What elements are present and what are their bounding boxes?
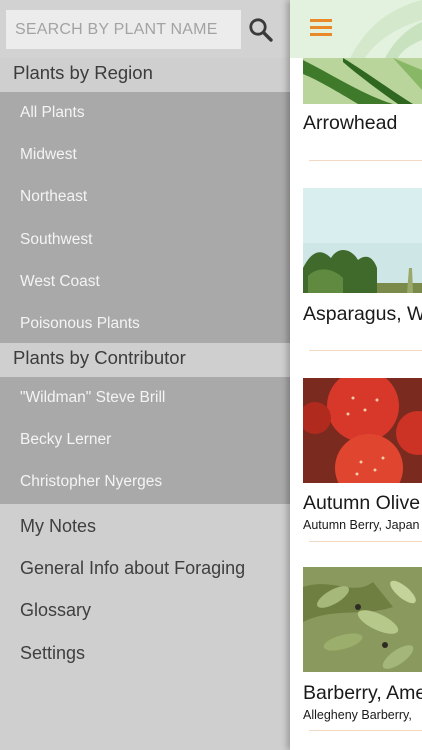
menu-item-southwest[interactable]: Southwest xyxy=(0,219,290,261)
menu-item-northeast[interactable]: Northeast xyxy=(0,176,290,218)
plant-thumbnail-asparagus xyxy=(303,188,422,293)
plant-name: Asparagus, W xyxy=(303,303,422,325)
menu-item-becky-lerner[interactable]: Becky Lerner xyxy=(0,419,290,461)
menu-item-my-notes[interactable]: My Notes xyxy=(0,505,290,547)
plant-thumbnail-autumn-olive xyxy=(303,378,422,483)
search-input[interactable] xyxy=(6,10,241,49)
card-divider xyxy=(309,541,422,542)
card-divider xyxy=(309,160,422,161)
top-bar xyxy=(290,0,422,58)
plant-common-names: Autumn Berry, Japan xyxy=(303,518,420,532)
search-icon[interactable] xyxy=(248,17,274,43)
region-list: All Plants Midwest Northeast Southwest W… xyxy=(0,92,290,343)
plant-name: Barberry, Ame xyxy=(303,682,422,704)
menu-item-steve-brill[interactable]: "Wildman" Steve Brill xyxy=(0,377,290,419)
card-divider xyxy=(309,730,422,731)
menu-item-christopher-nyerges[interactable]: Christopher Nyerges xyxy=(0,461,290,503)
menu-item-midwest[interactable]: Midwest xyxy=(0,134,290,176)
main-menu-list: My Notes General Info about Foraging Glo… xyxy=(0,505,290,674)
card-divider xyxy=(309,350,422,351)
menu-item-all-plants[interactable]: All Plants xyxy=(0,92,290,134)
menu-item-glossary[interactable]: Glossary xyxy=(0,589,290,631)
contributor-list: "Wildman" Steve Brill Becky Lerner Chris… xyxy=(0,377,290,504)
menu-item-settings[interactable]: Settings xyxy=(0,632,290,674)
plant-common-names: Allegheny Barberry, xyxy=(303,708,412,722)
plant-name: Arrowhead xyxy=(303,112,398,134)
hamburger-menu-icon[interactable] xyxy=(310,19,332,37)
plant-thumbnail-barberry xyxy=(303,567,422,672)
menu-item-poisonous-plants[interactable]: Poisonous Plants xyxy=(0,303,290,345)
search-bar xyxy=(0,0,290,58)
section-heading-plants-by-contributor: Plants by Contributor xyxy=(0,343,290,377)
menu-item-west-coast[interactable]: West Coast xyxy=(0,261,290,303)
section-heading-plants-by-region: Plants by Region xyxy=(0,58,290,92)
plant-name: Autumn Olive xyxy=(303,492,421,514)
plant-list-panel: Arrowhead Asparagus, W Autumn Olive Autu… xyxy=(290,0,422,750)
side-menu: Plants by Region All Plants Midwest Nort… xyxy=(0,0,290,750)
menu-item-general-info[interactable]: General Info about Foraging xyxy=(0,547,290,589)
